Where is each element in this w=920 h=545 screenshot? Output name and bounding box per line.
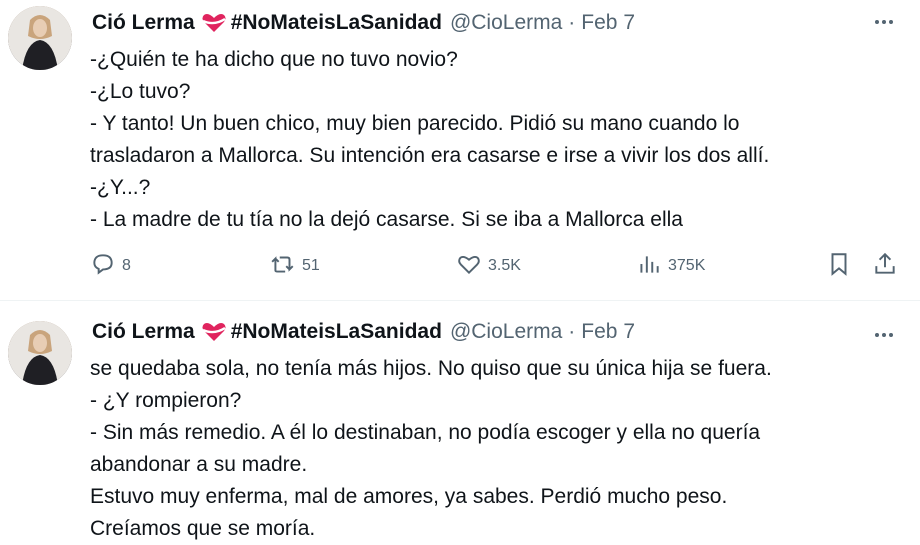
like-button[interactable]: 3.5K	[456, 250, 521, 282]
reply-count: 8	[122, 257, 131, 274]
reply-button[interactable]: 8	[90, 250, 131, 282]
tweet-line: abandonar a su madre.	[90, 453, 308, 476]
separator-dot: ·	[568, 11, 576, 34]
avatar[interactable]	[8, 6, 72, 70]
tweet-line: -¿Y...?	[90, 176, 151, 199]
tweet-line: - Sin más remedio. A él lo destinaban, n…	[90, 421, 761, 444]
views-button[interactable]: 375K	[636, 250, 705, 282]
tweet-date[interactable]: Feb 7	[581, 320, 635, 344]
like-heart-icon	[456, 251, 482, 282]
tweet-actions: 8 51 3.5K 375K	[90, 250, 910, 282]
author-handle[interactable]: @CioLerma	[450, 320, 562, 344]
retweet-count: 51	[302, 257, 320, 274]
more-dots-icon[interactable]	[870, 321, 898, 349]
tweet-text: se quedaba sola, no tenía más hijos. No …	[90, 353, 900, 545]
views-count: 375K	[668, 257, 706, 274]
tweet-date[interactable]: Feb 7	[581, 11, 635, 35]
tweet-line: -¿Quién te ha dicho que no tuvo novio?	[90, 48, 458, 71]
tweet-line: trasladaron a Mallorca. Su intención era…	[90, 144, 770, 167]
views-chart-icon	[636, 251, 662, 282]
bookmark-icon	[826, 251, 852, 282]
tweet[interactable]: Ció Lerma #NoMateisLaSanidad @CioLerma ·…	[0, 301, 920, 544]
tweet-line: -¿Lo tuvo?	[90, 80, 191, 103]
author-hashtag: #NoMateisLaSanidad	[230, 320, 442, 343]
retweet-button[interactable]: 51	[270, 250, 320, 282]
share-icon	[872, 251, 898, 282]
author-name[interactable]: Ció Lerma	[92, 320, 195, 344]
tweet-header: Ció Lerma #NoMateisLaSanidad @CioLerma ·…	[92, 8, 635, 38]
reply-icon	[90, 251, 116, 282]
share-button[interactable]	[872, 250, 898, 282]
tweet-line: - Y tanto! Un buen chico, muy bien parec…	[90, 112, 740, 135]
author-hashtag: #NoMateisLaSanidad	[230, 11, 442, 34]
avatar[interactable]	[8, 321, 72, 385]
tweet-line: - ¿Y rompieron?	[90, 389, 242, 412]
bookmark-button[interactable]	[826, 250, 852, 282]
tweet-text: -¿Quién te ha dicho que no tuvo novio? -…	[90, 44, 900, 236]
retweet-icon	[270, 251, 296, 282]
separator-dot: ·	[568, 320, 576, 343]
tweet-line: Creíamos que se moría.	[90, 517, 316, 540]
author-name[interactable]: Ció Lerma	[92, 11, 195, 35]
tweet-line: - La madre de tu tía no la dejó casarse.…	[90, 208, 683, 231]
tweet-line: se quedaba sola, no tenía más hijos. No …	[90, 357, 772, 380]
timeline-feed: Ció Lerma #NoMateisLaSanidad @CioLerma ·…	[0, 0, 920, 544]
tweet[interactable]: Ció Lerma #NoMateisLaSanidad @CioLerma ·…	[0, 0, 920, 301]
tweet-line: Estuvo muy enferma, mal de amores, ya sa…	[90, 485, 728, 508]
more-dots-icon[interactable]	[870, 8, 898, 36]
author-handle[interactable]: @CioLerma	[450, 11, 562, 35]
heart-with-ribbon-icon	[201, 12, 227, 34]
tweet-header: Ció Lerma #NoMateisLaSanidad @CioLerma ·…	[92, 317, 635, 347]
like-count: 3.5K	[488, 257, 521, 274]
heart-with-ribbon-icon	[201, 321, 227, 343]
